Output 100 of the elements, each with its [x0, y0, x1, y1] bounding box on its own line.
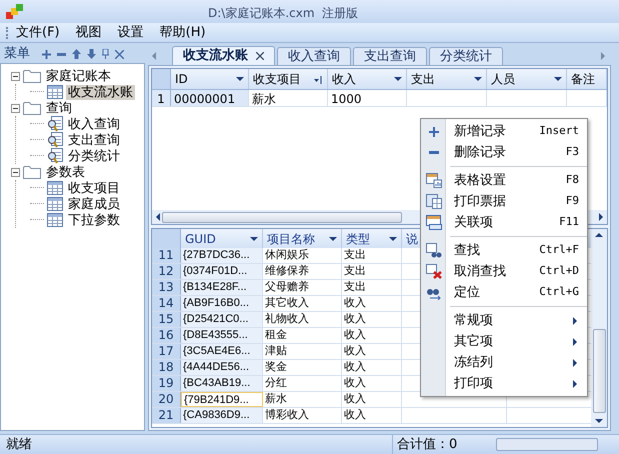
tree-item[interactable]: 收支流水账: [66, 84, 135, 100]
tree-item[interactable]: 家庭记账本: [44, 68, 113, 84]
collapse-toggle[interactable]: [11, 168, 20, 176]
row-number: 12: [152, 264, 181, 279]
close-icon[interactable]: [115, 50, 124, 58]
collapse-toggle[interactable]: [11, 104, 20, 112]
menu-item[interactable]: 常规项: [421, 310, 587, 331]
column-header[interactable]: 收支项目: [249, 69, 328, 89]
table-icon: [47, 197, 63, 211]
table-cell: 支出: [342, 248, 402, 263]
menu-item[interactable]: 定位 Ctrl+G: [421, 282, 587, 303]
row-number: 18: [152, 360, 181, 375]
menu-item[interactable]: 视图: [68, 22, 110, 42]
tab-scroll-left-icon: [152, 52, 156, 60]
table-icon: [47, 213, 63, 227]
scroll-thumb[interactable]: [162, 212, 402, 222]
close-tab-icon[interactable]: [256, 52, 264, 60]
tree-item[interactable]: 下拉参数: [66, 212, 122, 228]
shortcut-text: Ctrl+D: [539, 263, 579, 280]
sort-icon: [314, 74, 323, 84]
shortcut-text: F9: [566, 193, 579, 210]
row-number: 11: [152, 248, 181, 263]
pin-icon[interactable]: [102, 49, 109, 59]
dropdown-arrow-icon: [389, 236, 397, 240]
table-cell: 分红: [263, 376, 342, 391]
tree-item[interactable]: 参数表: [44, 164, 87, 180]
tree-item[interactable]: 查询: [44, 100, 74, 116]
table-cell: 收入: [342, 376, 402, 391]
menu-item[interactable]: 打印项: [421, 373, 587, 394]
column-header[interactable]: 项目名称: [263, 229, 342, 248]
dropdown-arrow-icon: [250, 236, 258, 240]
menu-item[interactable]: 帮助(H): [152, 22, 214, 42]
table-cell: 租金: [263, 328, 342, 343]
tab[interactable]: 收入查询: [277, 47, 351, 65]
submenu-arrow-icon: [573, 380, 577, 388]
dropdown-arrow-icon: [329, 236, 337, 240]
table-cell: 奖金: [263, 360, 342, 375]
menu-item[interactable]: 冻结列: [421, 352, 587, 373]
table-cell: 礼物收入: [263, 312, 342, 327]
move-down-icon[interactable]: [87, 49, 96, 59]
column-header[interactable]: 收入: [328, 69, 407, 89]
tree-item[interactable]: 家庭成员: [66, 196, 122, 212]
table-cell: {0374F01D...: [181, 264, 263, 279]
row-number: 19: [152, 376, 181, 391]
tab[interactable]: 收支流水账: [172, 46, 275, 65]
table-cell: {27B7DC36...: [181, 248, 263, 263]
menu-item[interactable]: 表格设置 F8: [421, 170, 587, 191]
move-up-icon[interactable]: [72, 49, 81, 59]
window-title: D:\家庭记账本.cxm 注册版: [208, 5, 358, 22]
table-icon: [47, 181, 63, 195]
column-header[interactable]: 人员: [487, 69, 567, 89]
menu-item[interactable]: 新增记录 Insert: [421, 121, 587, 142]
row-number: 15: [152, 312, 181, 327]
column-header[interactable]: 备注: [567, 69, 607, 89]
column-header[interactable]: ID: [171, 69, 249, 89]
menu-item[interactable]: 打印票据 F9: [421, 191, 587, 212]
menu-item[interactable]: 其它项: [421, 331, 587, 352]
table-cell: {BC43AB19...: [181, 376, 263, 391]
tree-item[interactable]: 分类统计: [66, 148, 122, 164]
row-number: 14: [152, 296, 181, 311]
remove-icon[interactable]: [57, 52, 66, 56]
status-text: 就绪: [5, 436, 33, 454]
scroll-right-icon: [599, 213, 603, 221]
tab-scroll-right-icon: [601, 52, 605, 60]
add-icon[interactable]: [42, 50, 51, 58]
table-cell: 其它收入: [263, 296, 342, 311]
menu-item[interactable]: 取消查找 Ctrl+D: [421, 261, 587, 282]
column-header[interactable]: 类型: [342, 229, 402, 248]
scroll-thumb[interactable]: [592, 329, 606, 413]
tree-item[interactable]: 支出查询: [66, 132, 122, 148]
tab[interactable]: 支出查询: [353, 47, 427, 65]
table-cell: {4A44DE56...: [181, 360, 263, 375]
column-header[interactable]: 支出: [407, 69, 487, 89]
table-cell: 收入: [342, 312, 402, 327]
tab[interactable]: 分类统计: [429, 47, 503, 65]
table-cell: {D8E43555...: [181, 328, 263, 343]
total-value: 合计值：0: [392, 434, 492, 454]
collapse-toggle[interactable]: [11, 72, 20, 80]
dropdown-arrow-icon: [394, 77, 402, 81]
table-cell: 薪水: [263, 392, 342, 407]
table-cell: 博彩收入: [263, 408, 342, 423]
tree-item[interactable]: 收入查询: [66, 116, 122, 132]
row-number: 20: [152, 392, 181, 407]
tree-item[interactable]: 收支项目: [66, 180, 122, 196]
plus-icon: [428, 126, 438, 136]
menu-item[interactable]: 关联项 F11: [421, 212, 587, 233]
menu-item[interactable]: 查找 Ctrl+F: [421, 240, 587, 261]
menu-item[interactable]: 设置: [110, 22, 152, 42]
vertical-scrollbar[interactable]: [591, 229, 607, 427]
scroll-up-icon: [595, 233, 603, 237]
folder-icon: [23, 165, 41, 179]
minus-icon: [428, 150, 438, 154]
shortcut-text: Insert: [539, 123, 579, 140]
row-number: 1: [152, 90, 171, 106]
table-settings-icon: [426, 173, 442, 188]
shortcut-text: Ctrl+F: [539, 242, 579, 258]
menu-item[interactable]: 文件(F): [8, 22, 68, 42]
menu-item[interactable]: 删除记录 F3: [421, 142, 587, 163]
table-icon: [426, 194, 442, 209]
table-cell: 收入: [342, 344, 402, 359]
